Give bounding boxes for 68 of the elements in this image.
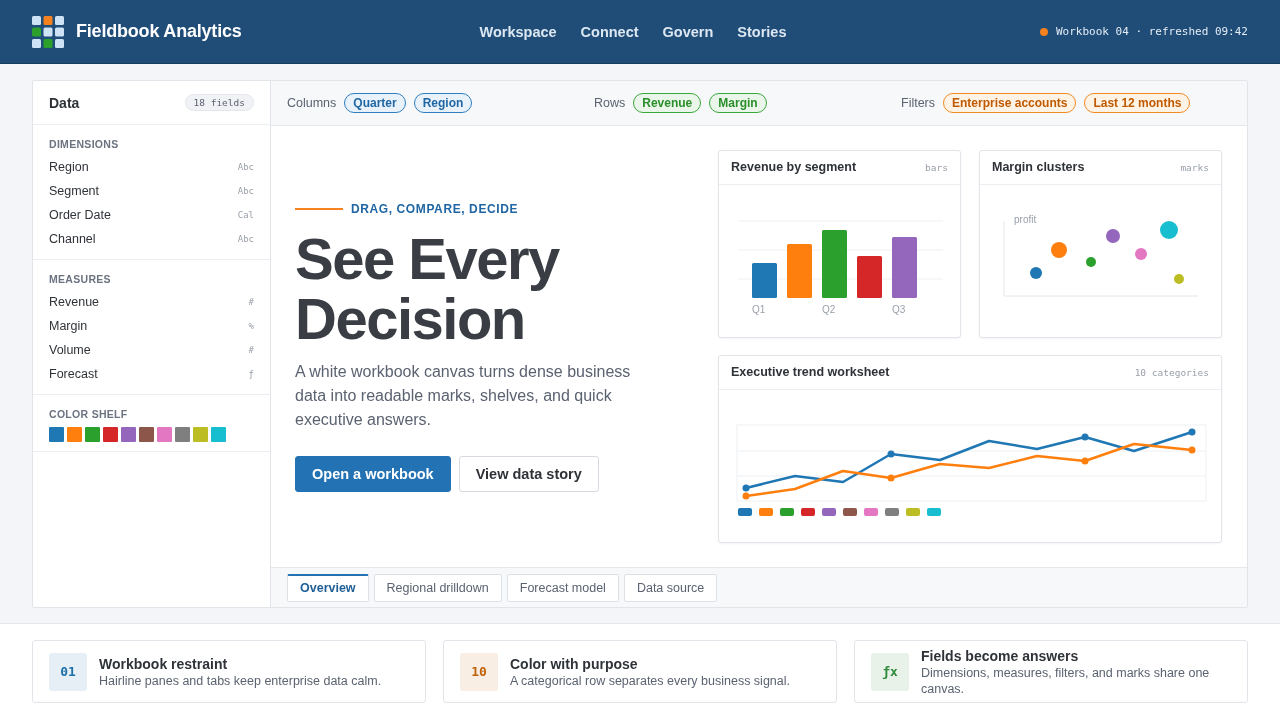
chart-tag: 10 categories [1134, 366, 1209, 378]
axis-label: Q2 [822, 303, 836, 315]
accent-line-icon [295, 207, 343, 210]
field-item[interactable]: Revenue # [49, 290, 254, 314]
sidebar-title: Data [49, 94, 80, 111]
swatch-icon[interactable] [175, 427, 190, 442]
sheet-tab[interactable]: Data source [623, 573, 718, 602]
field-pill[interactable]: Enterprise accounts [943, 93, 1077, 113]
feature-badge: 10 [460, 652, 498, 691]
nav-link[interactable]: Connect [580, 23, 639, 40]
status-dot-icon [1039, 27, 1048, 36]
nav-link[interactable]: Stories [737, 23, 787, 40]
swatch-icon[interactable] [121, 427, 136, 442]
swatch-icon[interactable] [85, 427, 100, 442]
swatch-icon[interactable] [103, 427, 118, 442]
feature-badge: 01 [49, 652, 87, 691]
chart-title: Executive trend worksheet [731, 365, 890, 379]
swatch-icon[interactable] [139, 427, 154, 442]
hero-title: See Every Decision [295, 228, 561, 349]
chart-title: Revenue by segment [731, 160, 857, 174]
section-heading: DIMENSIONS [49, 137, 120, 151]
axis-label: Q1 [752, 303, 766, 315]
section-heading: MEASURES [49, 272, 112, 286]
field-pill[interactable]: Revenue [633, 93, 702, 113]
chart-tag: bars [925, 161, 948, 173]
shelf-label: Rows [594, 96, 626, 110]
feature-badge: ƒx [871, 652, 909, 691]
chart-title: Margin clusters [992, 160, 1085, 174]
feature-title: Fields become answers [921, 646, 1080, 665]
swatch-icon[interactable] [49, 427, 64, 442]
feature-text: A categorical row separates every business signal. [510, 672, 790, 689]
field-item[interactable]: Region Abc [49, 155, 254, 179]
logo-icon [32, 15, 64, 48]
field-item[interactable]: Segment Abc [49, 179, 254, 203]
swatch-icon[interactable] [67, 427, 82, 442]
shelf-label: Columns [287, 96, 337, 110]
axis-label: Q3 [892, 303, 906, 315]
field-item[interactable]: Order Date Cal [49, 203, 254, 227]
field-pill[interactable]: Region [413, 93, 473, 113]
feature-title: Workbook restraint [99, 654, 229, 673]
field-pill[interactable]: Margin [709, 93, 767, 113]
section-heading: COLOR SHELF [49, 407, 129, 421]
nav-link[interactable]: Workspace [479, 23, 557, 40]
sheet-tab[interactable]: Forecast model [506, 573, 619, 602]
swatch-icon[interactable] [211, 427, 226, 442]
nav-link[interactable]: Govern [662, 23, 714, 40]
field-count: 18 fields [184, 94, 254, 111]
feature-title: Color with purpose [510, 654, 639, 673]
feature-text: Hairline panes and tabs keep enterprise data calm. [99, 672, 382, 689]
hero-text: A white workbook canvas turns dense business data into readable marks, shelves, and quick executive answers. [295, 361, 632, 430]
field-item[interactable]: Margin % [49, 314, 254, 338]
field-item[interactable]: Forecast ƒ [49, 362, 254, 386]
chart-tag: marks [1180, 161, 1209, 173]
shelf-label: Filters [901, 96, 936, 110]
swatch-icon[interactable] [193, 427, 208, 442]
eyebrow-text: DRAG, COMPARE, DECIDE [351, 201, 519, 216]
open-workbook-button[interactable]: Open a workbook [295, 455, 451, 492]
view-story-button[interactable]: View data story [458, 455, 599, 492]
field-item[interactable]: Channel Abc [49, 227, 254, 251]
feature-text: Dimensions, measures, filters, and marks share one canvas. [921, 664, 1211, 697]
sheet-tab[interactable]: Regional drilldown [373, 573, 502, 602]
sheet-tab[interactable]: Overview [287, 573, 369, 602]
swatch-icon[interactable] [157, 427, 172, 442]
field-item[interactable]: Volume # [49, 338, 254, 362]
workbook-status: Workbook 04 · refreshed 09:42 [1055, 25, 1248, 38]
field-pill[interactable]: Last 12 months [1084, 93, 1191, 113]
field-pill[interactable]: Quarter [344, 93, 406, 113]
brand-name: Fieldbook Analytics [76, 21, 242, 42]
